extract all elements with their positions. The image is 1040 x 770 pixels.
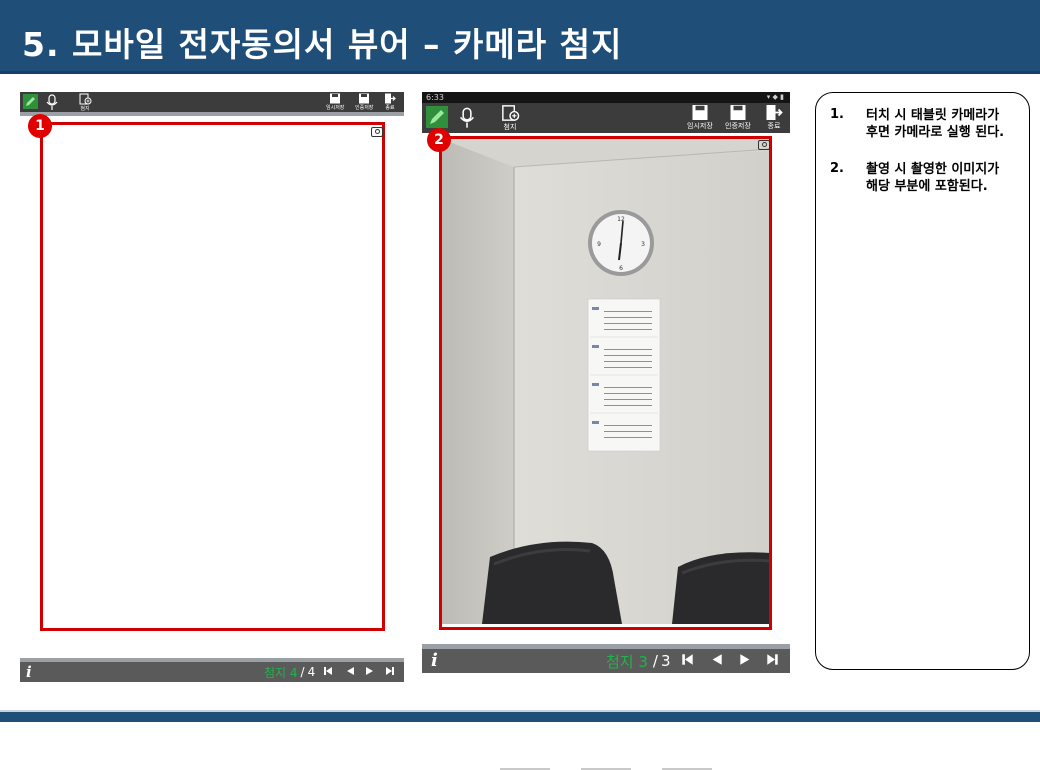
page-label: 첨지 3 xyxy=(606,652,648,671)
temp-save-label: 임시저장 xyxy=(326,105,345,111)
temp-save-label: 임시저장 xyxy=(687,122,713,130)
last-page-icon xyxy=(386,667,395,675)
last-page-icon xyxy=(766,654,778,665)
floppy-disk-icon xyxy=(330,93,341,104)
tablet-screen-after: 6:33 ▾ ◆ ▮ 첨지 임시저장 인증저장 종료 2 12 3 6 9 i … xyxy=(422,92,790,770)
prev-page-button[interactable] xyxy=(345,665,355,679)
note-item: 1. 터치 시 태블릿 카메라가 후면 카메라로 실행 된다. xyxy=(830,107,1013,141)
voice-record-button[interactable] xyxy=(458,105,476,131)
exit-label: 종료 xyxy=(385,105,395,111)
note-text: 촬영 시 촬영한 이미지가 해당 부분에 포함된다. xyxy=(866,162,1000,194)
viewer-bottom-bar: i 첨지 4 / 4 xyxy=(20,662,404,682)
step-badge: 1 xyxy=(28,114,52,138)
captured-photo-area[interactable] xyxy=(439,136,772,630)
voice-record-button[interactable] xyxy=(45,94,59,111)
microphone-icon xyxy=(459,107,475,128)
status-icons: ▾ ◆ ▮ xyxy=(766,93,784,101)
pen-tool-button[interactable] xyxy=(23,94,38,109)
floppy-disk-icon xyxy=(730,105,746,120)
slide-header: 5. 모바일 전자동의서 뷰어 – 카메라 첨지 xyxy=(0,0,1040,74)
viewer-toolbar: 첨지 임시저장 인증저장 종료 xyxy=(20,92,404,112)
page-total: 3 xyxy=(660,652,671,670)
cert-save-label: 인증저장 xyxy=(355,105,374,111)
note-item: 2. 촬영 시 촬영한 이미지가 해당 부분에 포함된다. xyxy=(830,161,1013,195)
exit-label: 종료 xyxy=(767,122,781,130)
last-page-button[interactable] xyxy=(385,665,395,679)
attach-button[interactable]: 첨지 xyxy=(500,104,520,132)
attach-label: 첨지 xyxy=(503,123,517,131)
next-page-icon xyxy=(366,667,374,675)
exit-icon xyxy=(385,93,396,104)
info-icon[interactable]: i xyxy=(431,650,438,671)
temp-save-button[interactable]: 임시저장 xyxy=(326,93,344,111)
exit-icon xyxy=(766,105,783,120)
attach-label: 첨지 xyxy=(80,106,90,112)
first-page-icon xyxy=(324,667,333,675)
prev-page-icon xyxy=(347,667,355,675)
camera-icon[interactable] xyxy=(758,140,770,150)
cert-save-label: 인증저장 xyxy=(725,122,751,130)
slide-footer-bar xyxy=(0,710,1040,722)
camera-attach-area[interactable] xyxy=(40,122,385,631)
description-panel: 1. 터치 시 태블릿 카메라가 후면 카메라로 실행 된다. 2. 촬영 시 … xyxy=(815,92,1030,670)
tablet-screen-before: 첨지 임시저장 인증저장 종료 1 i 첨지 4 / 4 xyxy=(20,92,404,682)
slide-title: 5. 모바일 전자동의서 뷰어 – 카메라 첨지 xyxy=(22,25,623,64)
attach-document-icon xyxy=(79,93,92,105)
microphone-icon xyxy=(46,94,58,110)
note-number: 1. xyxy=(830,107,844,122)
floppy-disk-icon xyxy=(359,93,370,104)
attach-button[interactable]: 첨지 xyxy=(78,93,92,112)
pen-icon xyxy=(26,97,35,106)
first-page-icon xyxy=(681,654,693,665)
page-label: 첨지 4 xyxy=(264,665,298,680)
cert-save-button[interactable]: 인증저장 xyxy=(355,93,373,111)
prev-page-button[interactable] xyxy=(710,652,723,670)
note-number: 2. xyxy=(830,161,844,176)
first-page-button[interactable] xyxy=(681,652,694,670)
floppy-disk-icon xyxy=(692,105,708,120)
page-navigator: 첨지 3 / 3 xyxy=(606,652,779,671)
camera-icon[interactable] xyxy=(371,127,383,137)
page-total: 4 xyxy=(307,665,316,679)
last-page-button[interactable] xyxy=(766,652,779,670)
viewer-toolbar: 첨지 임시저장 인증저장 종료 xyxy=(422,103,790,133)
viewer-bottom-bar: i 첨지 3 / 3 xyxy=(422,649,790,673)
note-text: 터치 시 태블릿 카메라가 후면 카메라로 실행 된다. xyxy=(866,108,1005,140)
pen-tool-button[interactable] xyxy=(426,106,448,128)
attach-document-icon xyxy=(502,105,520,121)
toolbar-divider xyxy=(20,112,404,116)
cert-save-button[interactable]: 인증저장 xyxy=(725,104,751,131)
exit-button[interactable]: 종료 xyxy=(384,93,396,111)
first-page-button[interactable] xyxy=(323,665,333,679)
next-page-icon xyxy=(739,654,749,665)
temp-save-button[interactable]: 임시저장 xyxy=(687,104,713,131)
step-badge: 2 xyxy=(427,128,451,152)
status-time: 6:33 xyxy=(426,93,444,102)
page-separator: / xyxy=(652,652,658,670)
next-page-button[interactable] xyxy=(739,652,752,670)
page-navigator: 첨지 4 / 4 xyxy=(264,664,395,680)
android-status-bar: 6:33 ▾ ◆ ▮ xyxy=(422,92,790,103)
page-separator: / xyxy=(300,665,305,679)
prev-page-icon xyxy=(712,654,722,665)
pen-icon xyxy=(430,110,444,124)
info-icon[interactable]: i xyxy=(26,663,32,681)
next-page-button[interactable] xyxy=(365,665,375,679)
exit-button[interactable]: 종료 xyxy=(765,104,783,131)
